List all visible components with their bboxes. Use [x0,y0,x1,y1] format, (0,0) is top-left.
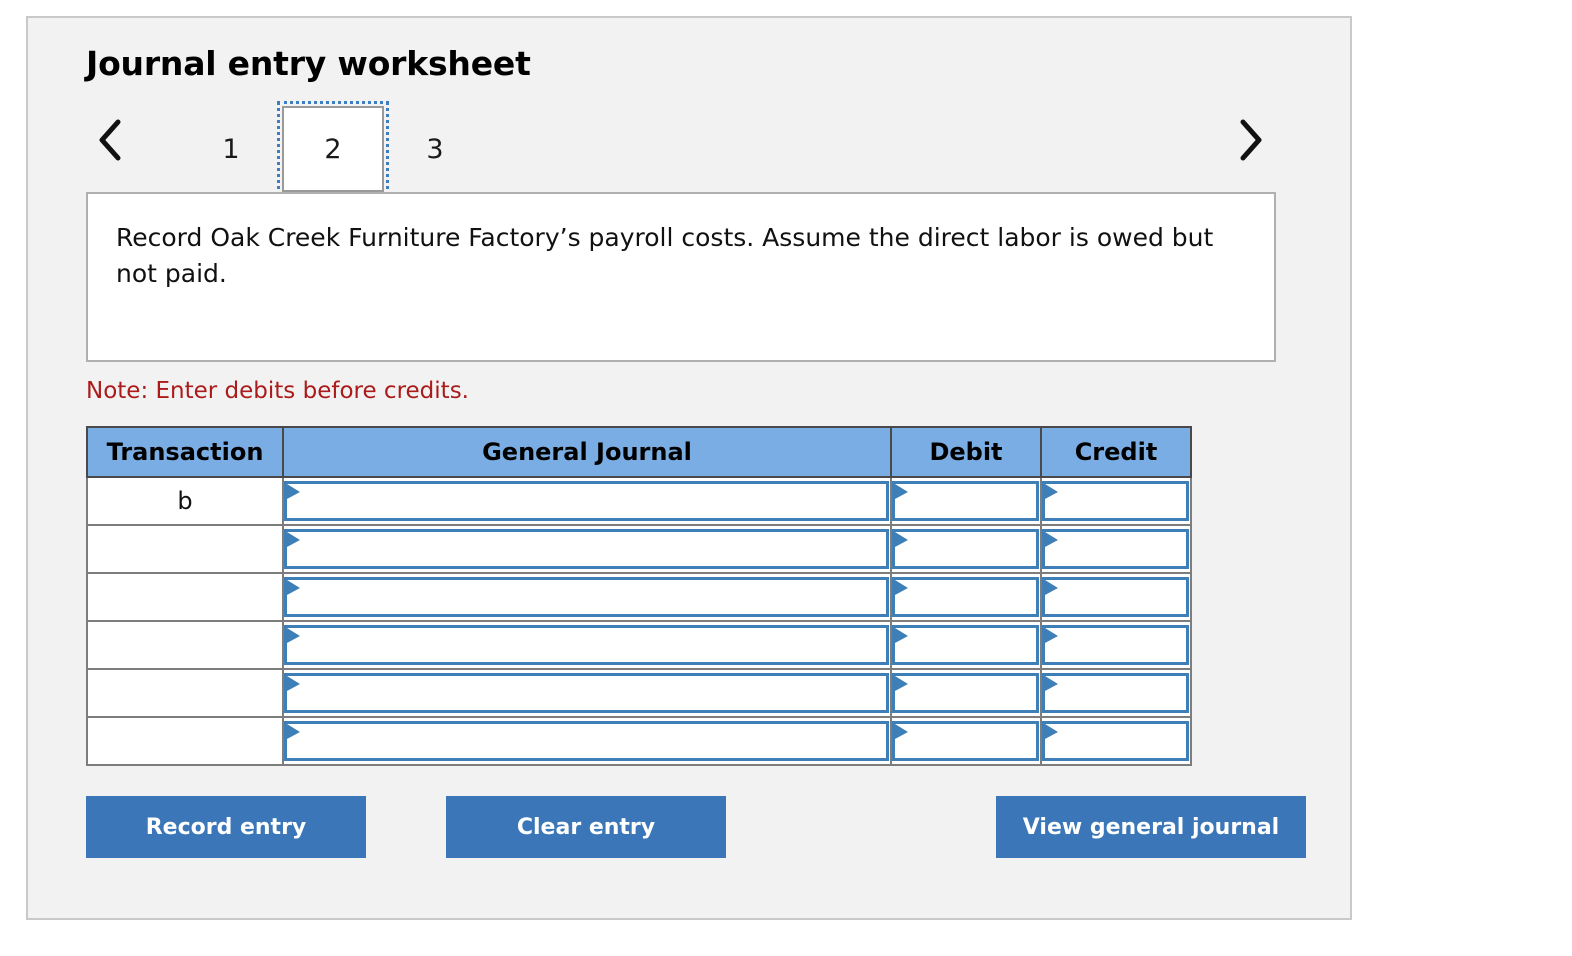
table-row [86,524,1192,574]
page-tab-3[interactable]: 3 [384,106,486,192]
chevron-left-icon[interactable] [90,114,130,166]
table-row: b [86,476,1192,526]
debit-input[interactable] [892,481,1039,521]
table-row [86,620,1192,670]
column-header-debit: Debit [890,426,1042,478]
panel-content: Journal entry worksheet 1 2 3 Record Oak… [84,44,1310,908]
credit-input[interactable] [1042,673,1189,713]
dropdown-arrow-icon [1045,724,1058,739]
page-tab-2[interactable]: 2 [277,101,389,197]
general-journal-cell [282,668,892,718]
transaction-description-box: Record Oak Creek Furniture Factory’s pay… [86,192,1276,362]
credit-input[interactable] [1042,721,1189,761]
credit-cell [1040,572,1192,622]
transaction-label-cell [86,572,284,622]
dropdown-arrow-icon [895,580,908,595]
transaction-description-text: Record Oak Creek Furniture Factory’s pay… [116,223,1214,288]
column-header-credit: Credit [1040,426,1192,478]
table-row [86,668,1192,718]
page-title: Journal entry worksheet [86,44,531,83]
record-entry-button[interactable]: Record entry [86,796,366,858]
account-select[interactable] [284,721,889,761]
dropdown-arrow-icon [895,628,908,643]
dropdown-arrow-icon [895,724,908,739]
account-select[interactable] [284,529,889,569]
debit-cell [890,524,1042,574]
transaction-label-cell: b [86,476,284,526]
credit-input[interactable] [1042,481,1189,521]
dropdown-arrow-icon [287,532,300,547]
general-journal-cell [282,620,892,670]
dropdown-arrow-icon [895,532,908,547]
general-journal-cell [282,476,892,526]
dropdown-arrow-icon [1045,580,1058,595]
dropdown-arrow-icon [895,676,908,691]
action-buttons: Record entry Clear entry View general jo… [86,796,1310,858]
debit-input[interactable] [892,673,1039,713]
debit-cell [890,572,1042,622]
credit-input[interactable] [1042,625,1189,665]
table-header-row: Transaction General Journal Debit Credit [86,426,1192,478]
debit-input[interactable] [892,721,1039,761]
general-journal-cell [282,524,892,574]
worksheet-pager: 1 2 3 [84,101,1310,198]
general-journal-cell [282,716,892,766]
dropdown-arrow-icon [1045,484,1058,499]
debit-input[interactable] [892,529,1039,569]
debit-cell [890,716,1042,766]
chevron-right-icon[interactable] [1230,114,1270,166]
general-journal-cell [282,572,892,622]
view-general-journal-button[interactable]: View general journal [996,796,1306,858]
account-select[interactable] [284,481,889,521]
credit-cell [1040,620,1192,670]
dropdown-arrow-icon [287,580,300,595]
table-row [86,572,1192,622]
dropdown-arrow-icon [287,484,300,499]
transaction-label-cell [86,668,284,718]
credit-cell [1040,524,1192,574]
dropdown-arrow-icon [895,484,908,499]
page-tab-1[interactable]: 1 [180,106,282,192]
debit-cell [890,668,1042,718]
clear-entry-button[interactable]: Clear entry [446,796,726,858]
page-tabs: 1 2 3 [180,101,486,197]
journal-entry-table: Transaction General Journal Debit Credit… [86,426,1192,766]
column-header-general-journal: General Journal [282,426,892,478]
credit-cell [1040,476,1192,526]
debits-before-credits-note: Note: Enter debits before credits. [86,378,469,404]
screen: Journal entry worksheet 1 2 3 Record Oak… [0,0,1572,956]
account-select[interactable] [284,625,889,665]
transaction-label-cell [86,524,284,574]
credit-cell [1040,716,1192,766]
column-header-transaction: Transaction [86,426,284,478]
credit-input[interactable] [1042,577,1189,617]
credit-cell [1040,668,1192,718]
account-select[interactable] [284,673,889,713]
table-row [86,716,1192,766]
transaction-label-cell [86,620,284,670]
debit-cell [890,620,1042,670]
dropdown-arrow-icon [1045,628,1058,643]
dropdown-arrow-icon [287,676,300,691]
dropdown-arrow-icon [1045,532,1058,547]
dropdown-arrow-icon [287,724,300,739]
dropdown-arrow-icon [287,628,300,643]
credit-input[interactable] [1042,529,1189,569]
journal-entry-worksheet-panel: Journal entry worksheet 1 2 3 Record Oak… [26,16,1352,920]
transaction-label-cell [86,716,284,766]
debit-cell [890,476,1042,526]
account-select[interactable] [284,577,889,617]
debit-input[interactable] [892,577,1039,617]
dropdown-arrow-icon [1045,676,1058,691]
debit-input[interactable] [892,625,1039,665]
